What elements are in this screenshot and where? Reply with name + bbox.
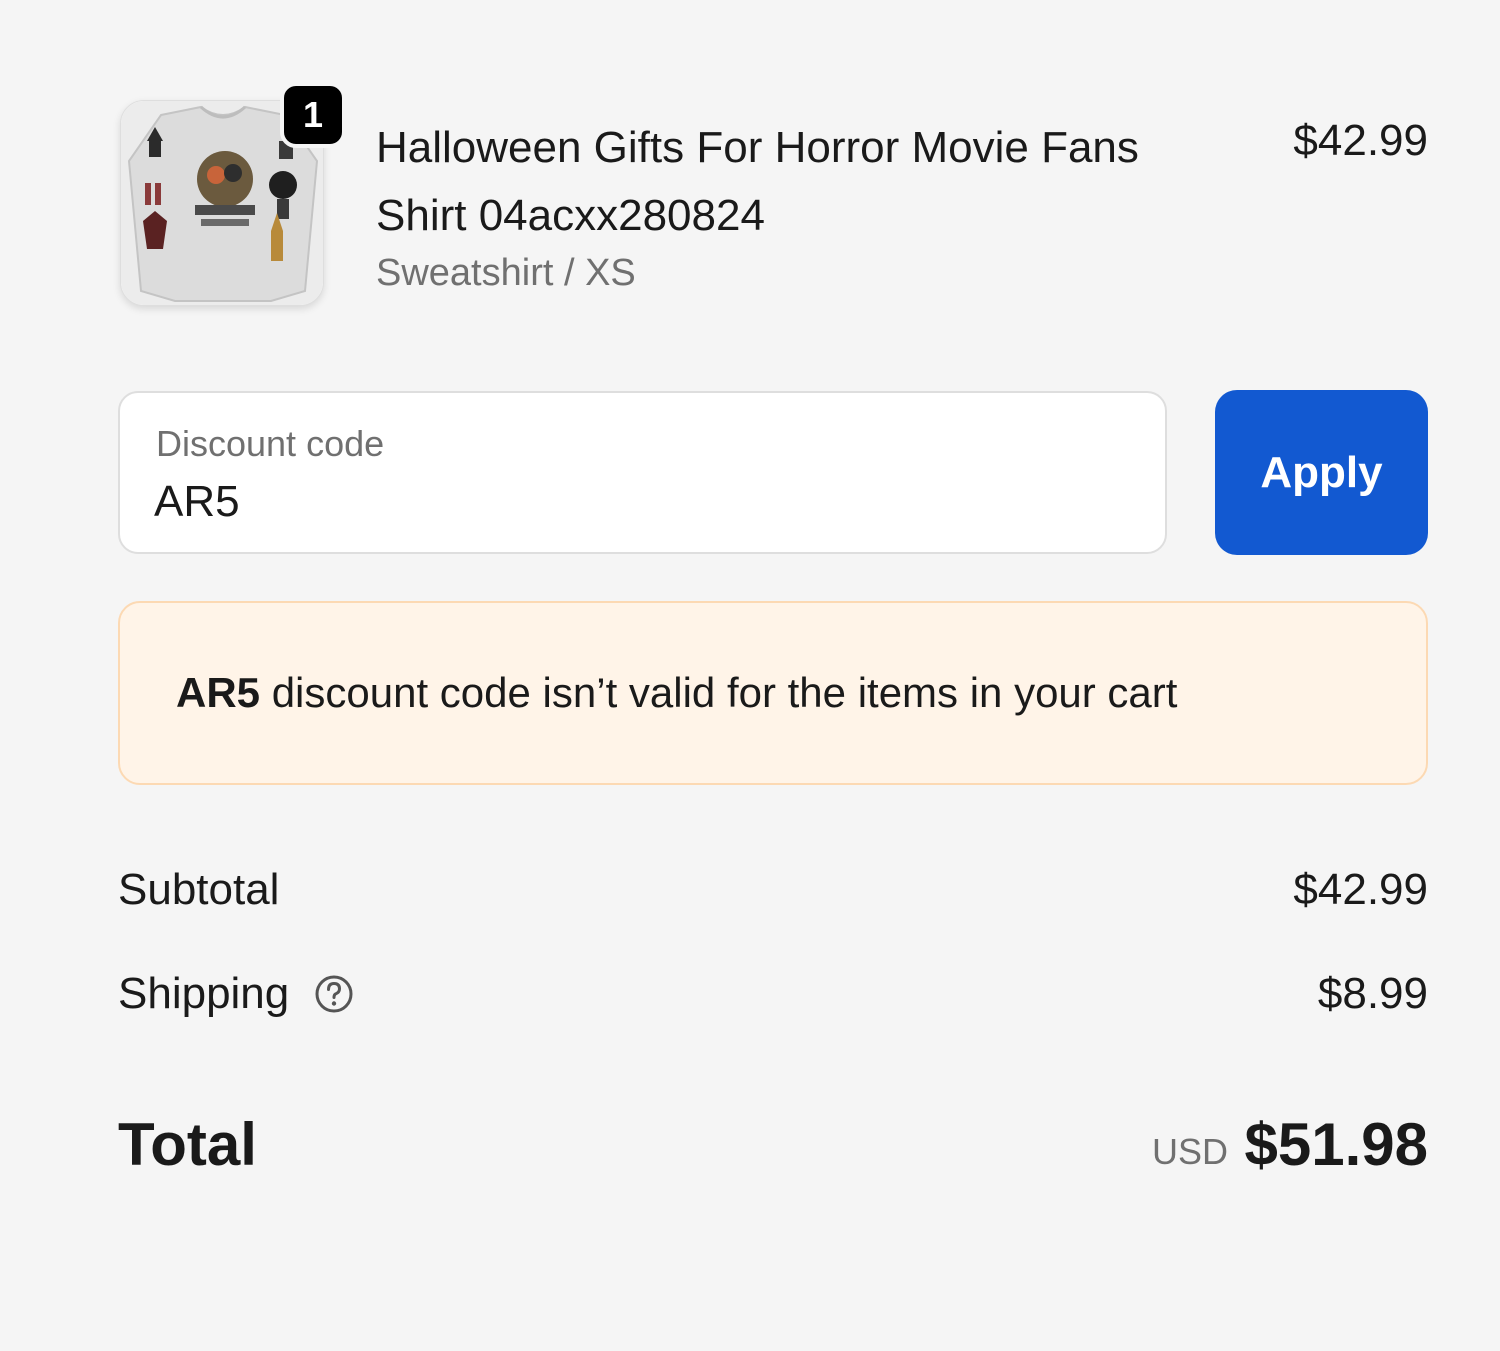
help-circle-icon[interactable]: [314, 974, 354, 1014]
shipping-label: Shipping: [118, 969, 290, 1018]
quantity-badge: 1: [280, 82, 346, 148]
shipping-value: $8.99: [1317, 969, 1428, 1018]
discount-code-field[interactable]: Discount code: [118, 391, 1167, 554]
subtotal-label: Subtotal: [118, 865, 280, 914]
subtotal-row: Subtotal $42.99: [118, 860, 1428, 920]
notice-message: discount code isn’t valid for the items …: [260, 669, 1178, 716]
notice-code: AR5: [176, 669, 261, 716]
notice-text: AR5 discount code isn’t valid for the it…: [176, 669, 1177, 717]
total-value: $51.98: [1244, 1111, 1428, 1178]
discount-error-notice: AR5 discount code isn’t valid for the it…: [118, 601, 1428, 785]
line-item: 1 Halloween Gifts For Horror Movie Fans …: [118, 82, 1428, 310]
product-title: Halloween Gifts For Horror Movie Fans Sh…: [376, 123, 1139, 240]
total-currency: USD: [1151, 1131, 1228, 1172]
apply-button[interactable]: Apply: [1215, 390, 1428, 555]
product-variant: Sweatshirt / XS: [376, 252, 636, 294]
discount-code-input[interactable]: [154, 477, 1054, 527]
discount-code-label: Discount code: [156, 423, 385, 464]
subtotal-value: $42.99: [1293, 865, 1428, 914]
order-summary: 1 Halloween Gifts For Horror Movie Fans …: [118, 0, 1428, 1351]
product-price: $42.99: [1293, 116, 1428, 165]
product-thumbnail-wrapper: 1: [120, 82, 346, 306]
total-label: Total: [118, 1111, 257, 1178]
shipping-row: Shipping $8.99: [118, 964, 1428, 1024]
